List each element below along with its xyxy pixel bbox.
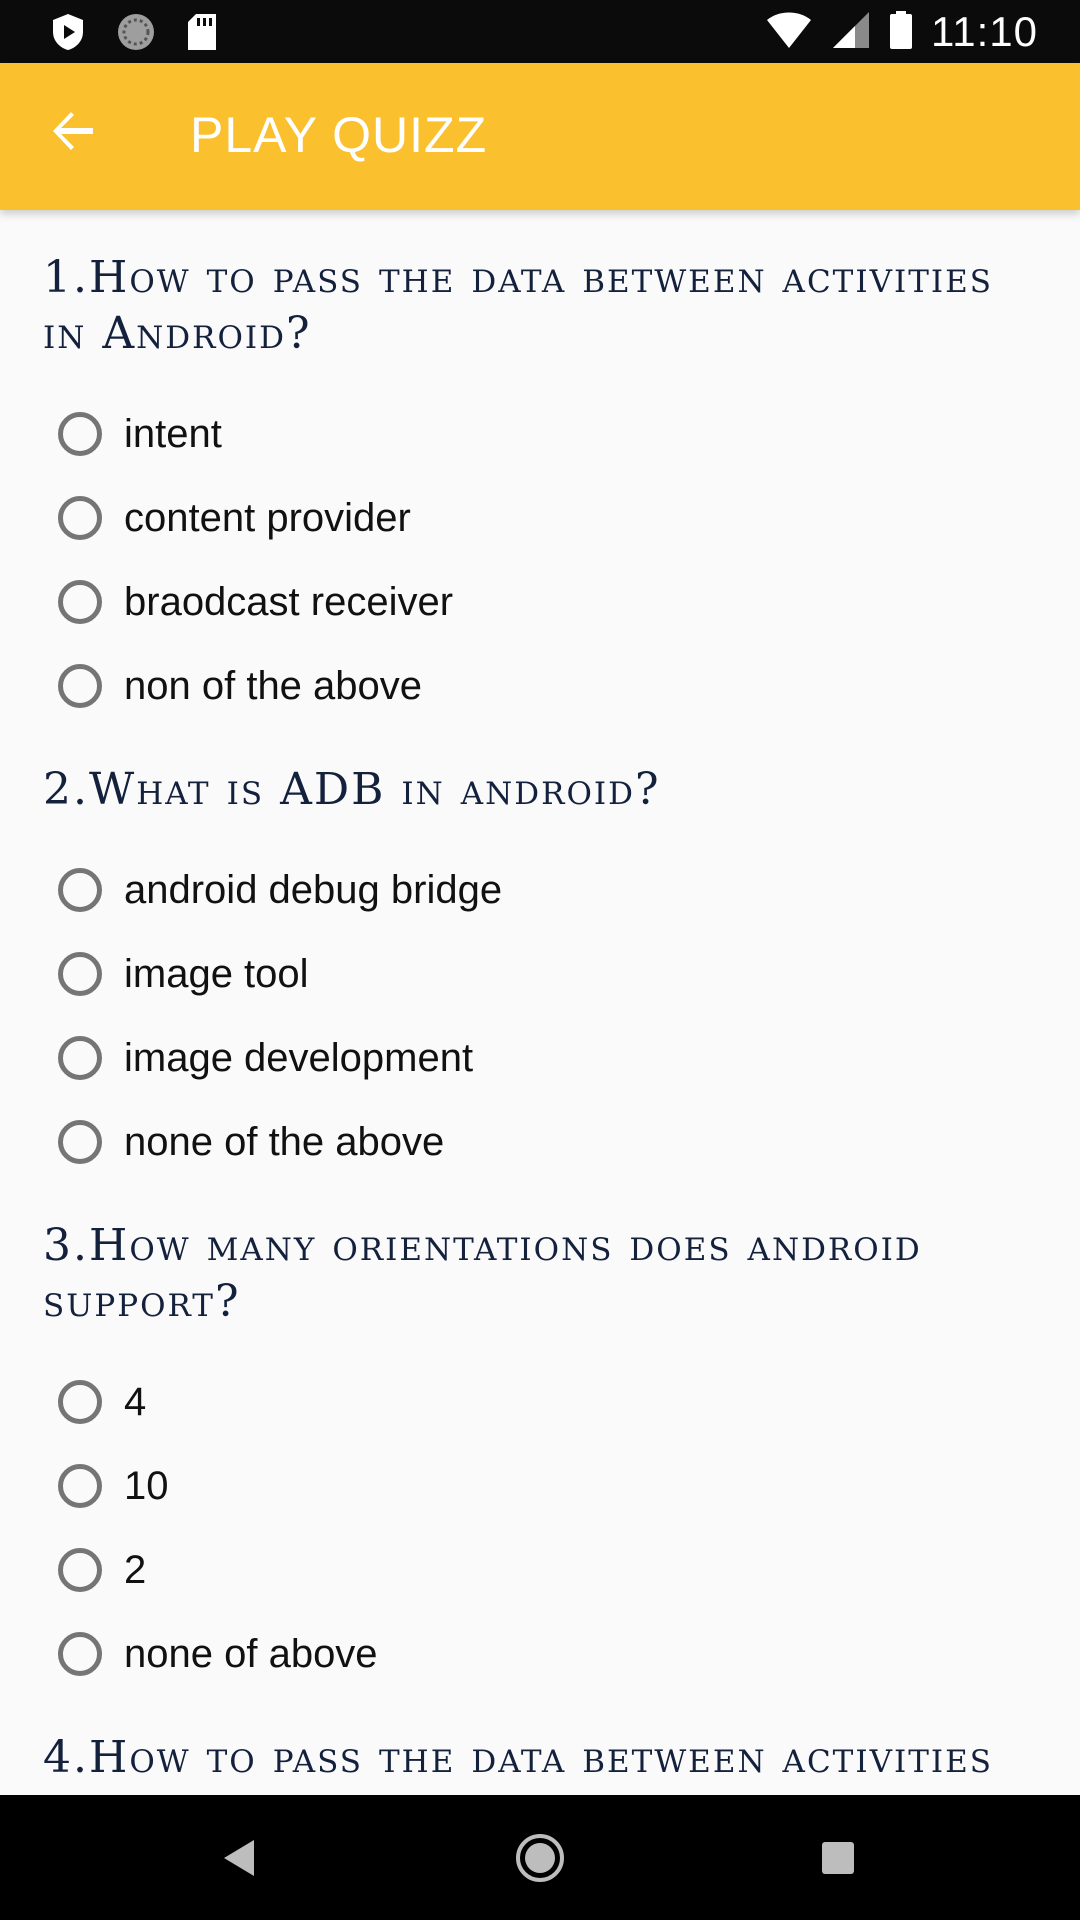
back-button[interactable] [38, 98, 108, 168]
radio-button-icon[interactable] [58, 580, 102, 624]
option-label: 2 [124, 1547, 147, 1592]
radio-button-icon[interactable] [58, 412, 102, 456]
option-label: 10 [124, 1463, 169, 1508]
option-label: none of the above [124, 1119, 445, 1164]
play-protect-icon [50, 12, 86, 57]
option-intent[interactable]: intent [43, 392, 1023, 476]
nav-back-button[interactable] [205, 1825, 275, 1895]
recents-square-icon [819, 1839, 857, 1882]
nav-recents-button[interactable] [803, 1825, 873, 1895]
radio-button-icon[interactable] [58, 1120, 102, 1164]
arrow-back-icon [49, 107, 97, 160]
options-group: android debug bridge image tool image de… [43, 848, 1023, 1184]
option-none-of-the-above[interactable]: non of the above [43, 644, 1023, 728]
quiz-content[interactable]: 1.How to pass the data between activitie… [0, 210, 1080, 1795]
option-label: content provider [124, 495, 411, 540]
radio-button-icon[interactable] [58, 952, 102, 996]
option-label: none of above [124, 1631, 378, 1676]
option-4[interactable]: 4 [43, 1360, 1023, 1444]
option-label: braodcast receiver [124, 579, 454, 624]
question-3: 3.How many orientations does android sup… [43, 1218, 1023, 1696]
radio-button-icon[interactable] [58, 1632, 102, 1676]
back-triangle-icon [220, 1836, 260, 1885]
option-label: image tool [124, 951, 309, 996]
sd-card-icon [186, 13, 218, 56]
status-left-icons [50, 12, 218, 57]
navigation-bar [0, 1795, 1080, 1920]
signal-icon [831, 10, 871, 55]
option-label: android debug bridge [124, 867, 503, 912]
radio-button-icon[interactable] [58, 1548, 102, 1592]
options-group: intent content provider braodcast receiv… [43, 392, 1023, 728]
question-4: 4.How to pass the data between activitie… [43, 1730, 1023, 1795]
page-title: PLAY QUIZZ [190, 107, 488, 163]
radio-button-icon[interactable] [58, 1036, 102, 1080]
wifi-icon [765, 10, 813, 55]
option-image-tool[interactable]: image tool [43, 932, 1023, 1016]
question-title: 2.What is ADB in android? [43, 764, 661, 815]
question-title: 4.How to pass the data between activitie… [43, 1732, 994, 1795]
status-bar: 11:10 [0, 0, 1080, 63]
radio-button-icon[interactable] [58, 1380, 102, 1424]
radio-button-icon[interactable] [58, 1464, 102, 1508]
question-1: 1.How to pass the data between activitie… [43, 250, 1023, 728]
radio-button-icon[interactable] [58, 868, 102, 912]
option-image-development[interactable]: image development [43, 1016, 1023, 1100]
option-none-of-the-above[interactable]: none of the above [43, 1100, 1023, 1184]
option-broadcast-receiver[interactable]: braodcast receiver [43, 560, 1023, 644]
option-label: image development [124, 1035, 474, 1080]
nav-home-button[interactable] [505, 1825, 575, 1895]
option-none-of-above[interactable]: none of above [43, 1612, 1023, 1696]
radio-button-icon[interactable] [58, 664, 102, 708]
status-time: 11:10 [931, 8, 1038, 55]
option-android-debug-bridge[interactable]: android debug bridge [43, 848, 1023, 932]
option-label: 4 [124, 1379, 147, 1424]
home-circle-icon [514, 1832, 566, 1889]
option-label: intent [124, 411, 222, 456]
sync-icon [116, 12, 156, 57]
question-title: 1.How to pass the data between activitie… [43, 252, 994, 359]
question-title: 3.How many orientations does android sup… [43, 1220, 922, 1327]
option-label: non of the above [124, 663, 423, 708]
option-content-provider[interactable]: content provider [43, 476, 1023, 560]
status-right-icons: 11:10 [765, 8, 1038, 56]
app-bar: PLAY QUIZZ [0, 63, 1080, 210]
options-group: 4 10 2 none of above [43, 1360, 1023, 1696]
option-10[interactable]: 10 [43, 1444, 1023, 1528]
battery-icon [889, 10, 913, 55]
option-2[interactable]: 2 [43, 1528, 1023, 1612]
radio-button-icon[interactable] [58, 496, 102, 540]
question-2: 2.What is ADB in android? android debug … [43, 762, 1023, 1184]
